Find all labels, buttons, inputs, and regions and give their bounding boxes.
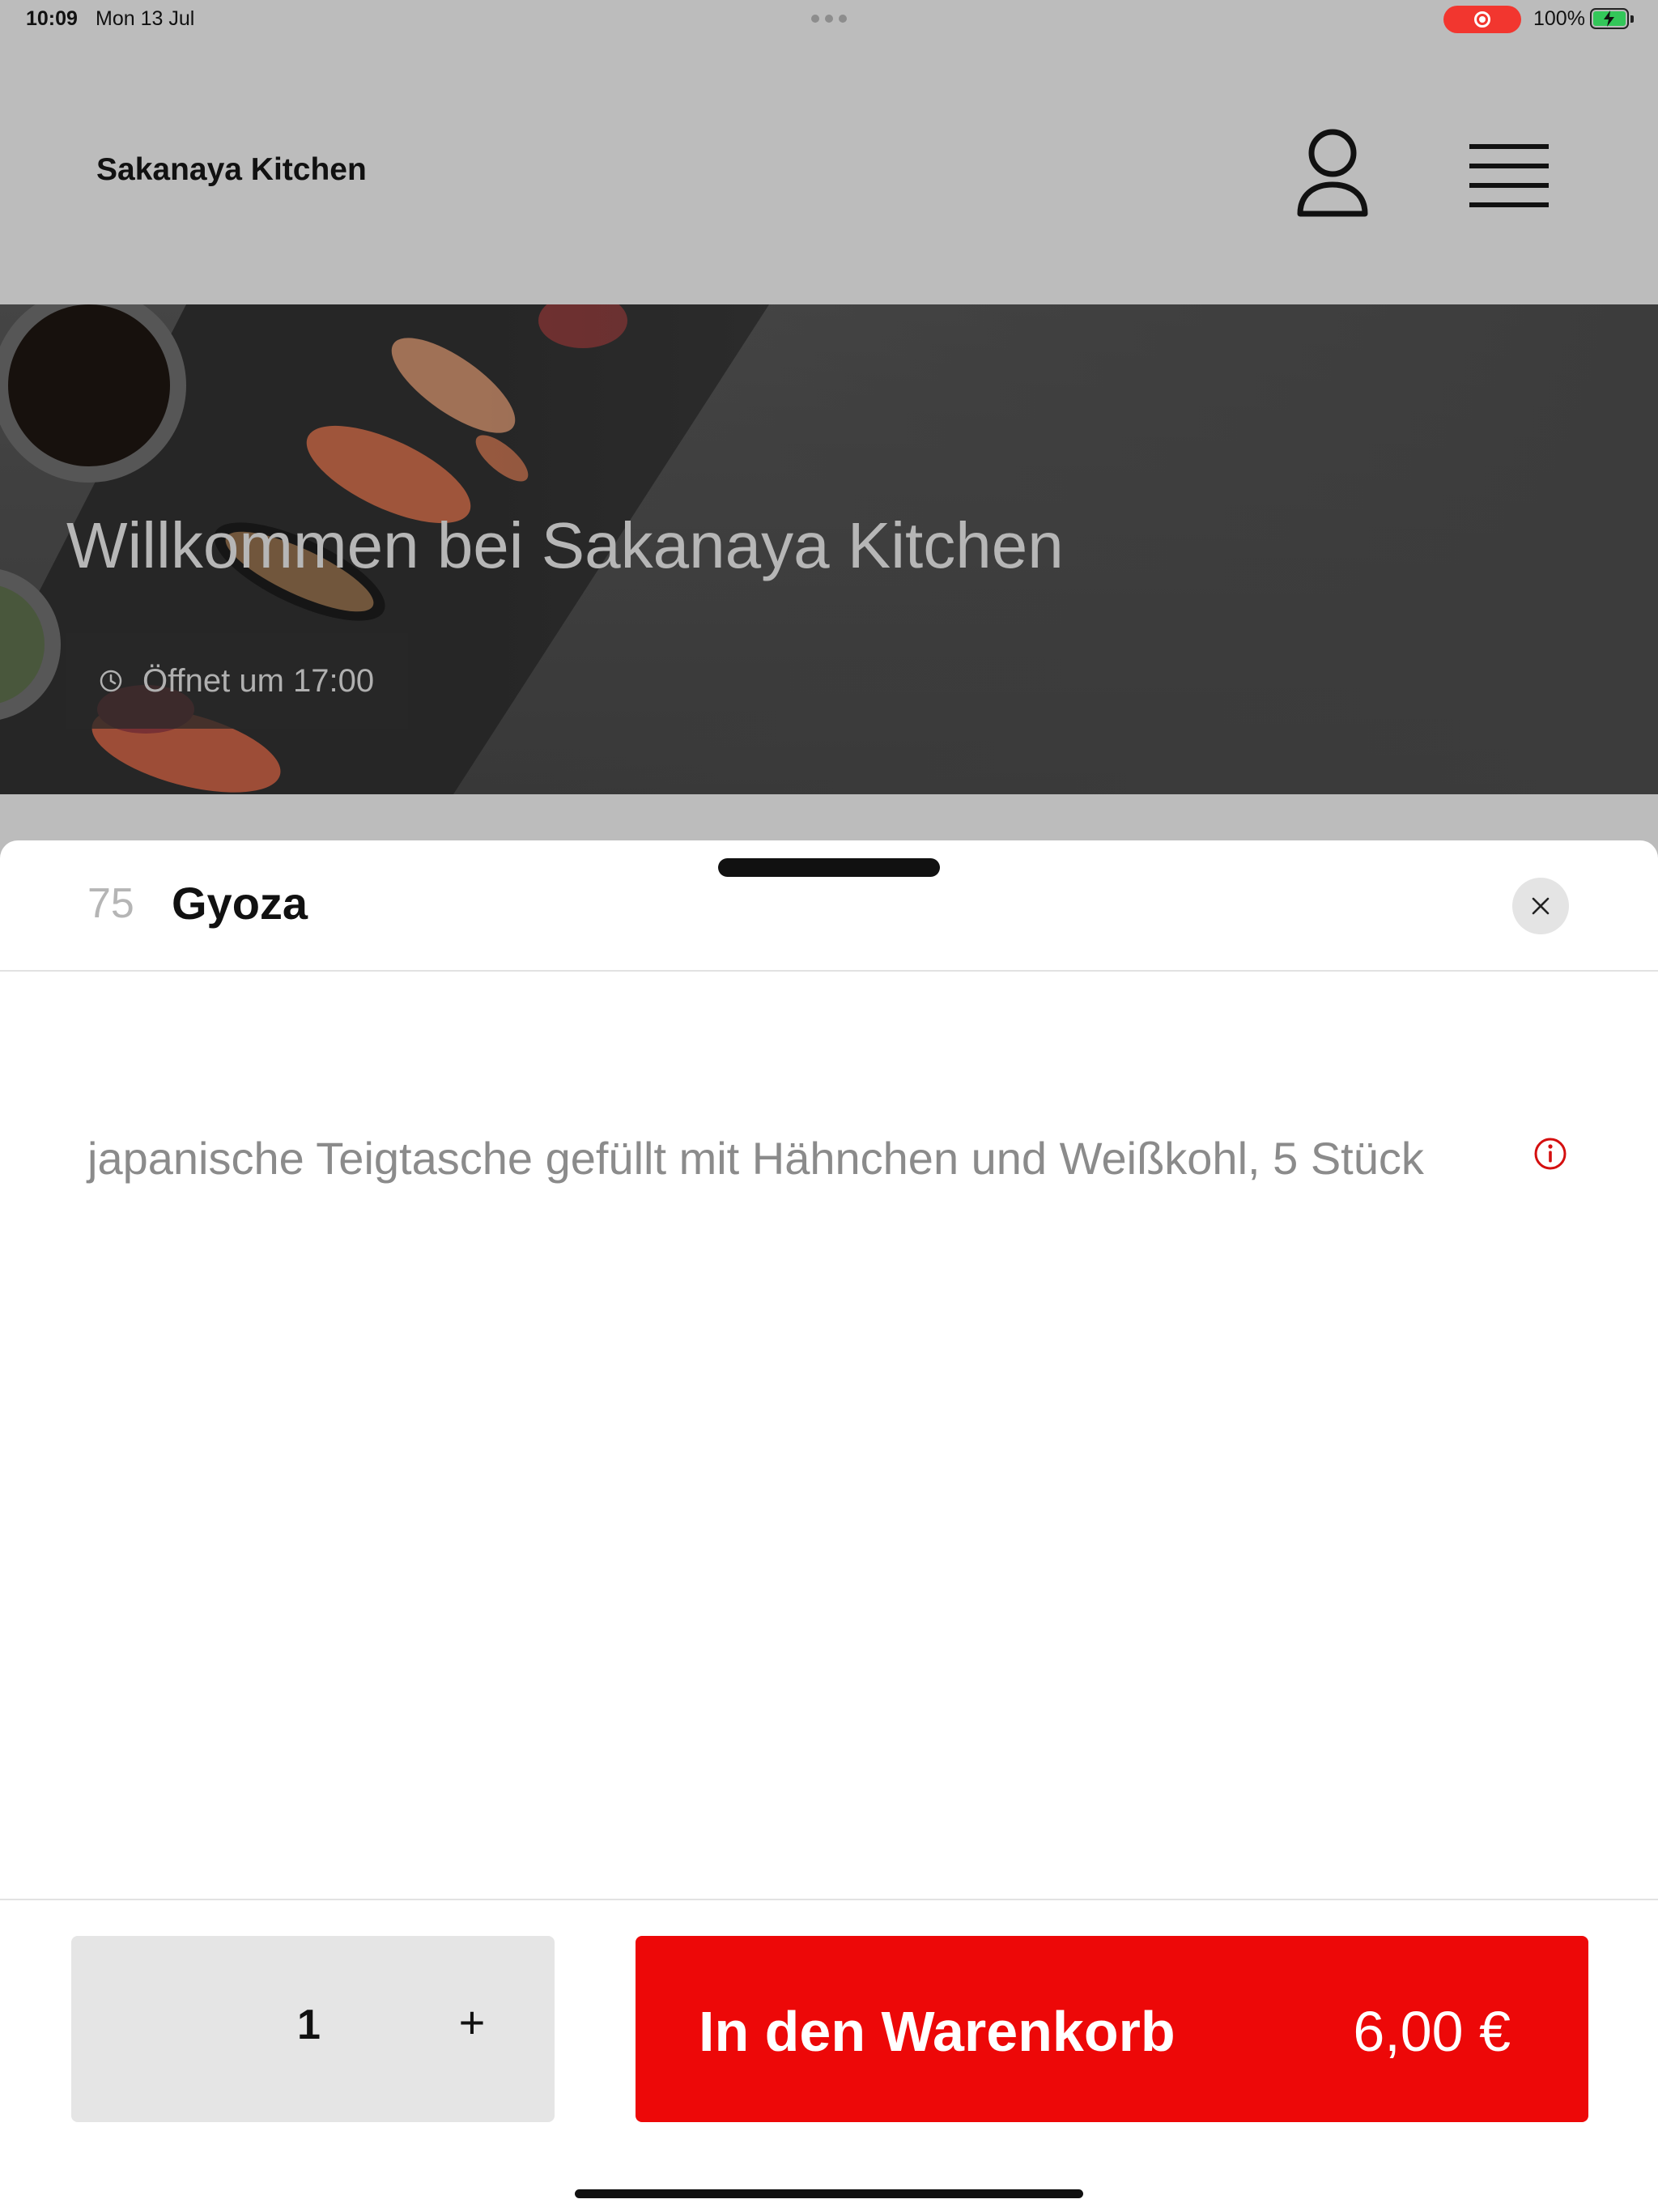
screen-record-icon[interactable] (1443, 6, 1521, 33)
add-to-cart-label: In den Warenkorb (699, 2000, 1175, 2063)
footer-divider (0, 1899, 1658, 1900)
hero-banner: Willkommen bei Sakanaya Kitchen Öffnet u… (0, 304, 1658, 794)
battery-percent: 100% (1533, 7, 1585, 30)
close-button[interactable] (1512, 878, 1569, 934)
menu-button[interactable] (1461, 136, 1557, 217)
sheet-divider (0, 970, 1658, 972)
site-header: Sakanaya Kitchen (0, 39, 1658, 304)
user-icon (1297, 129, 1368, 217)
quantity-stepper: 1 + (71, 1936, 555, 2122)
opening-hours-text: Öffnet um 17:00 (142, 662, 375, 699)
home-indicator[interactable] (575, 2189, 1083, 2198)
status-date: Mon 13 Jul (96, 7, 195, 30)
profile-button[interactable] (1292, 126, 1373, 223)
opening-hours-badge: Öffnet um 17:00 (66, 633, 408, 729)
hamburger-menu-icon (1469, 144, 1549, 207)
clock-icon (100, 670, 122, 692)
multitasking-dots-icon[interactable] (811, 15, 847, 23)
status-time: 10:09 (26, 7, 78, 30)
status-bar: 10:09 Mon 13 Jul 100% (0, 0, 1658, 39)
item-name: Gyoza (172, 878, 308, 929)
hero-title: Willkommen bei Sakanaya Kitchen (66, 509, 1064, 581)
close-icon (1532, 897, 1550, 915)
item-number: 75 (87, 880, 134, 927)
app-screen: 10:09 Mon 13 Jul 100% Sakanaya Kitchen W… (0, 0, 1658, 2212)
item-price: 6,00 € (1353, 2000, 1511, 2063)
sheet-grabber[interactable] (718, 858, 940, 877)
add-to-cart-button[interactable]: In den Warenkorb 6,00 € (636, 1936, 1588, 2122)
item-description: japanische Teigtasche gefüllt mit Hähnch… (87, 1133, 1424, 1184)
quantity-value: 1 (297, 2001, 321, 2048)
info-icon[interactable] (1533, 1136, 1568, 1172)
increment-button[interactable]: + (448, 1996, 496, 2048)
brand-name[interactable]: Sakanaya Kitchen (96, 152, 367, 188)
battery-charging-icon (1590, 8, 1634, 29)
product-sheet: 75 Gyoza japanische Teigtasche gefüllt m… (0, 840, 1658, 2212)
